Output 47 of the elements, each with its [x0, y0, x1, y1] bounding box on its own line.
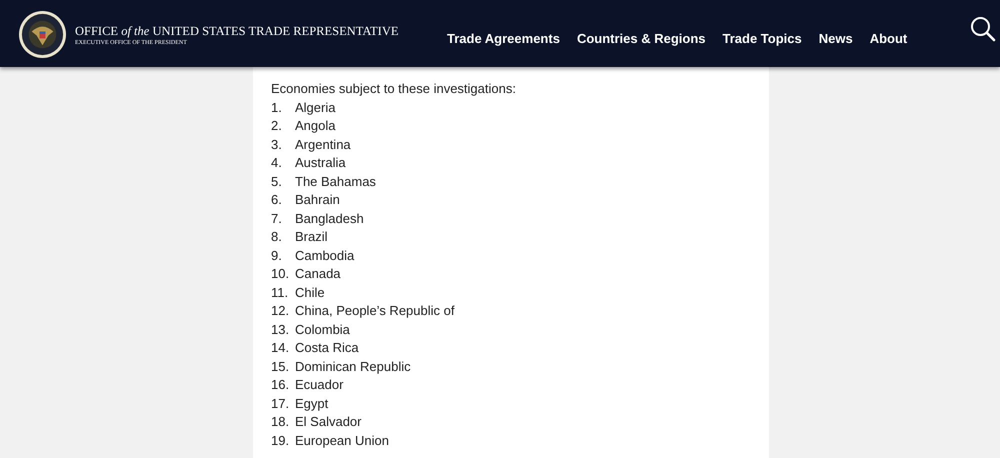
economy-name: Bahrain — [295, 191, 340, 209]
economy-name: Argentina — [295, 136, 351, 154]
economy-name: Algeria — [295, 98, 336, 117]
site-title: OFFICE of the UNITED STATES TRADE REPRESENTATIVE — [75, 24, 398, 38]
economy-name: European Union — [295, 432, 389, 450]
list-number: 6. — [271, 191, 283, 209]
intro-text: Economies subject to these investigations: — [271, 80, 517, 98]
list-number: 4. — [271, 154, 283, 172]
economy-name: Canada — [295, 265, 341, 283]
economy-name: Brazil — [295, 228, 328, 246]
list-number: 5. — [271, 172, 283, 190]
economy-name: Cambodia — [295, 246, 354, 264]
list-number: 2. — [271, 117, 283, 135]
economy-name: The Bahamas — [295, 172, 376, 190]
list-number: 3. — [271, 136, 283, 154]
nav-link[interactable]: Countries & Regions — [568, 31, 714, 46]
economy-name: Bangladesh — [295, 210, 364, 228]
list-number: 7. — [271, 210, 283, 228]
list-number: 16. — [271, 376, 290, 394]
economy-name: Costa Rica — [295, 339, 359, 357]
list-number: 12. — [271, 302, 290, 320]
nav-link[interactable]: About — [861, 31, 916, 46]
list-number: 15. — [271, 358, 290, 376]
nav-link[interactable]: News — [810, 31, 862, 46]
economy-name: Angola — [295, 117, 336, 135]
list-number: 13. — [271, 320, 290, 338]
economy-name: Australia — [295, 154, 346, 172]
list-number: 1. — [271, 98, 283, 116]
economy-name: Colombia — [295, 320, 350, 338]
list-number: 8. — [271, 228, 283, 246]
economy-name: El Salvador — [295, 413, 362, 431]
economy-name: Egypt — [295, 394, 328, 413]
list-number: 19. — [271, 432, 290, 450]
economy-name: Dominican Republic — [295, 358, 411, 376]
list-number: 9. — [271, 246, 283, 264]
economy-name: Chile — [295, 284, 325, 302]
economy-name: Ecuador — [295, 376, 344, 394]
list-number: 11. — [271, 284, 290, 302]
list-number: 10. — [271, 265, 290, 283]
search-icon[interactable] — [970, 16, 996, 42]
seal-logo[interactable] — [18, 10, 67, 59]
economy-name: China, People’s Republic of — [295, 302, 454, 320]
nav-link[interactable]: Trade Agreements — [438, 31, 568, 46]
list-number: 14. — [271, 339, 290, 357]
nav-link[interactable]: Trade Topics — [714, 31, 810, 46]
list-number: 17. — [271, 394, 290, 412]
list-number: 18. — [271, 413, 290, 431]
